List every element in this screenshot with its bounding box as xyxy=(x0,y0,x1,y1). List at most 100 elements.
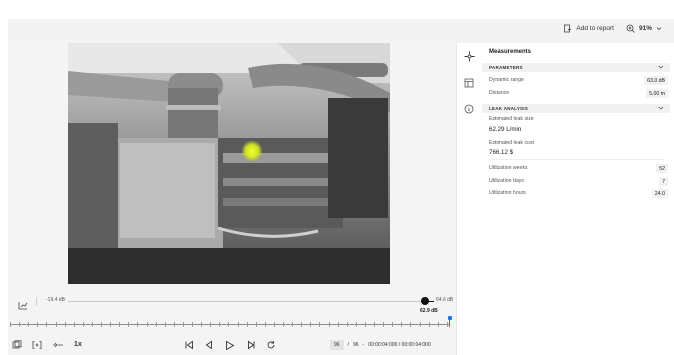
timeline-tick xyxy=(119,322,121,327)
frame-dash: - xyxy=(362,342,365,348)
divider xyxy=(36,297,37,306)
timeline-tick xyxy=(419,322,421,327)
chevron-down-icon xyxy=(658,65,664,69)
dynamic-range-slider: -19.4 dB 64.6 dB 62.9 dB xyxy=(8,292,456,314)
utilization-hours-label: Utilization hours xyxy=(489,190,526,196)
timeline-tick xyxy=(173,322,175,327)
timeline-tick xyxy=(346,322,348,327)
frame-counter: 96 / 96 - 00:00:04:000 / 00:00:04:000 xyxy=(330,340,431,350)
skip-back-icon[interactable] xyxy=(184,340,194,352)
timeline-tick xyxy=(37,322,39,327)
timeline-tick xyxy=(219,322,221,327)
chevron-down-icon xyxy=(656,26,662,31)
panel-title: Measurements xyxy=(489,49,532,55)
timeline-tick xyxy=(228,322,230,327)
play-icon[interactable] xyxy=(224,340,235,353)
leak-size-label: Estimated leak size xyxy=(489,116,534,122)
timeline-tick xyxy=(110,322,112,327)
timeline-tick xyxy=(246,322,248,327)
timeline-tick xyxy=(164,322,166,327)
divider xyxy=(489,159,665,160)
timeline-tick xyxy=(201,322,203,327)
layers-icon[interactable] xyxy=(464,75,474,93)
timeline-tick xyxy=(64,322,66,327)
timeline-tick xyxy=(264,322,266,327)
dynamic-range-label: Dynamic range xyxy=(489,77,524,83)
leak-size-value: 62.29 L/min xyxy=(489,126,522,133)
zoom-value: 91% xyxy=(638,25,652,32)
info-icon[interactable] xyxy=(464,101,474,119)
timeline-playhead[interactable] xyxy=(448,316,452,327)
utilization-hours-value[interactable]: 24.0 xyxy=(651,189,668,198)
timeline-tick xyxy=(146,322,148,327)
time-readout: 00:00:04:000 / 00:00:04:000 xyxy=(368,342,431,348)
snapshot-icon[interactable] xyxy=(12,340,22,352)
timeline-tick xyxy=(355,322,357,327)
timeline-tick xyxy=(401,322,403,327)
timeline-tick xyxy=(101,322,102,327)
parameters-section-header[interactable]: PARAMETERS xyxy=(482,63,670,72)
frame-timeline[interactable] xyxy=(8,316,456,329)
slider-min-label: -19.4 dB xyxy=(46,297,65,303)
leak-cost-value: 766.12 $ xyxy=(489,149,514,156)
step-back-icon[interactable] xyxy=(204,340,214,352)
parameters-header-label: PARAMETERS xyxy=(489,65,523,70)
panel-tabs xyxy=(456,43,483,355)
distance-label: Distance xyxy=(489,90,510,96)
slider-track[interactable] xyxy=(68,301,428,302)
timeline-tick xyxy=(91,322,93,327)
playback-speed[interactable]: 1x xyxy=(74,341,82,348)
slider-handle-line xyxy=(428,301,434,302)
timeline-tick xyxy=(310,322,312,327)
timeline-tick xyxy=(364,322,366,327)
timeline-tick xyxy=(383,322,385,327)
utilization-days-label: Utilization days xyxy=(489,178,524,184)
timeline-tick xyxy=(28,322,30,327)
replay-icon[interactable] xyxy=(266,340,276,352)
frame-separator: / xyxy=(347,342,349,348)
timeline-tick xyxy=(255,322,257,327)
timeline-tick xyxy=(210,322,212,327)
timeline-tick xyxy=(328,322,330,327)
timeline-tick xyxy=(237,322,239,327)
timeline-tick xyxy=(437,322,439,327)
leak-cost-label: Estimated leak cost xyxy=(489,140,534,146)
timeline-tick xyxy=(392,322,394,327)
playback-controls: 1x 96 / 96 - 00:00:04:000 / 00:00:04:000 xyxy=(8,337,456,355)
timeline-tick xyxy=(19,322,21,327)
scale-icon[interactable] xyxy=(18,297,28,315)
crosshair-icon[interactable] xyxy=(464,49,475,67)
timeline-tick xyxy=(82,322,84,327)
distance-value: 5.00 m xyxy=(646,89,668,98)
chevron-down-icon xyxy=(658,106,664,110)
timeline-tick xyxy=(46,322,48,327)
zoom-icon xyxy=(626,24,635,33)
timeline-tick xyxy=(301,322,303,327)
measurements-panel: Measurements PARAMETERS Dynamic range 63… xyxy=(482,43,674,355)
total-frames: 96 xyxy=(352,342,359,348)
timeline-tick xyxy=(128,322,130,327)
slider-max-label: 64.6 dB xyxy=(436,297,454,303)
utilization-days-value[interactable]: 7 xyxy=(659,177,668,186)
utilization-weeks-value[interactable]: 52 xyxy=(656,164,668,173)
timeline-tick xyxy=(137,322,139,327)
toolbar: Add to report 91% xyxy=(8,19,674,44)
link-icon[interactable] xyxy=(52,340,64,352)
step-forward-icon[interactable] xyxy=(246,340,256,352)
timeline-tick xyxy=(192,322,193,327)
bracket-icon[interactable] xyxy=(32,340,42,352)
current-frame-input[interactable]: 96 xyxy=(330,340,344,350)
top-bar xyxy=(0,0,674,19)
report-icon xyxy=(563,24,572,33)
add-to-report-button[interactable]: Add to report xyxy=(563,24,614,33)
zoom-dropdown[interactable]: 91% xyxy=(626,24,662,33)
add-to-report-label: Add to report xyxy=(576,25,614,32)
timeline-tick xyxy=(319,322,321,327)
leak-analysis-section-header[interactable]: LEAK ANALYSIS xyxy=(482,104,670,113)
timeline-tick xyxy=(10,322,11,327)
timeline-tick xyxy=(337,322,339,327)
acoustic-camera-image[interactable] xyxy=(68,43,390,284)
utilization-weeks-label: Utilization weeks xyxy=(489,165,528,171)
timeline-tick xyxy=(292,322,294,327)
dynamic-range-value: 63.0 dB xyxy=(644,76,668,85)
